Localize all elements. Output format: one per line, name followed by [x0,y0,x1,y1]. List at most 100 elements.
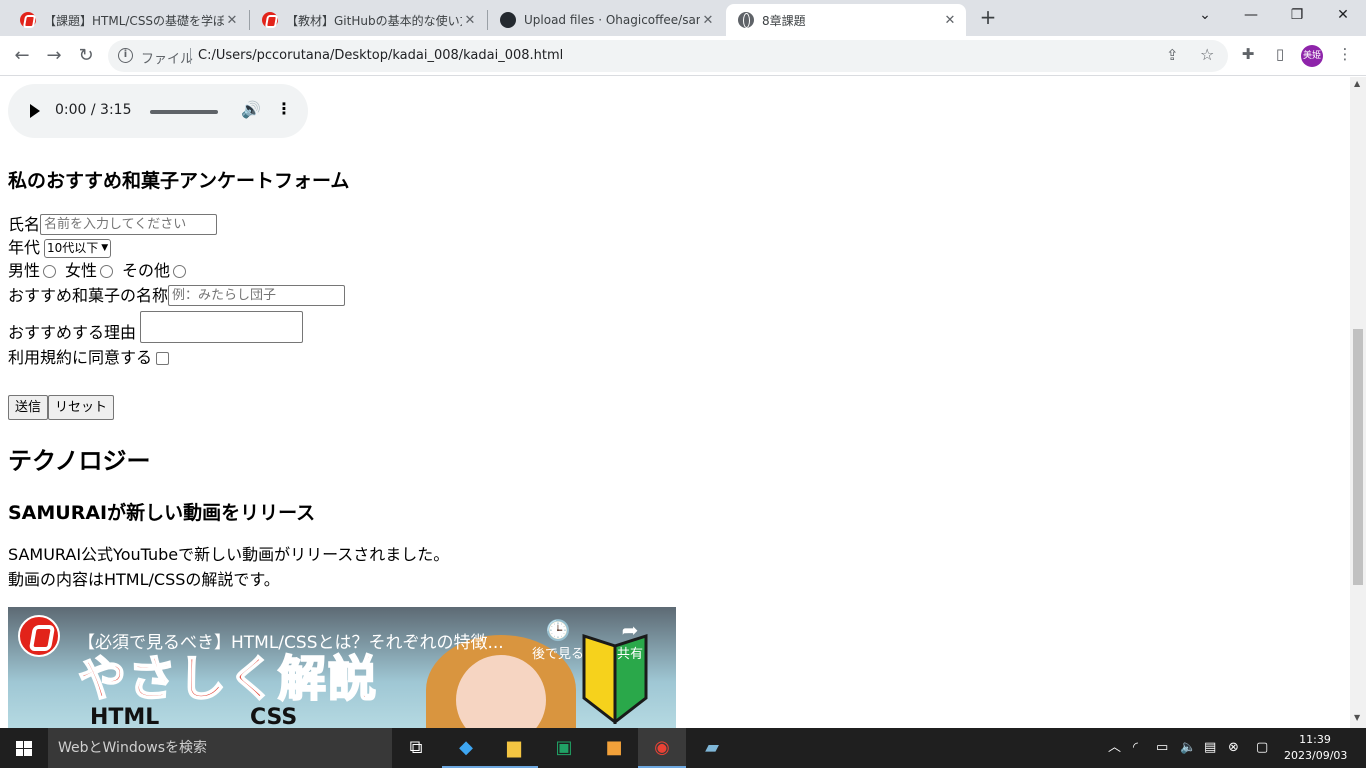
form-title: 私のおすすめ和菓子アンケートフォーム [8,170,350,192]
reason-row: おすすめする理由 [8,307,304,343]
start-button[interactable] [0,728,48,768]
audio-more-icon[interactable]: ⋮ [276,99,292,118]
forward-icon[interactable]: → [40,42,68,70]
browser-toolbar: ← → ↻ i ファイル C:/Users/pccorutana/Desktop… [0,36,1366,76]
gender-radio-other[interactable] [173,264,187,278]
minimize-button[interactable]: — [1228,0,1274,32]
profile-avatar[interactable]: 美姫 [1301,45,1323,67]
age-row: 年代 10代以下 ▼ [8,238,112,258]
chevron-down-icon: ▼ [101,242,109,253]
play-icon[interactable] [30,104,40,118]
news-line-2: 動画の内容はHTML/CSSの解説です。 [8,570,280,589]
globe-icon [738,12,754,28]
form-buttons: 送信 リセット [8,395,115,420]
age-selected-value: 10代以下 [47,240,99,255]
scroll-up-icon[interactable]: ▲ [1354,79,1360,88]
submit-button[interactable]: 送信 [8,395,49,420]
close-window-button[interactable]: ✕ [1320,0,1366,32]
network-icon[interactable]: ◜ [1133,728,1138,768]
side-panel-icon[interactable]: ▯ [1269,45,1291,67]
page-content: 0:00 / 3:15 🔊 ⋮ 私のおすすめ和菓子アンケートフォーム 氏名 名前… [0,77,1350,728]
tab-html-css-kadai[interactable]: 【課題】HTML/CSSの基礎を学ぼう - ✕ [8,4,248,36]
scroll-down-icon[interactable]: ▼ [1354,713,1360,722]
close-tab-icon[interactable]: ✕ [462,13,478,28]
address-bar[interactable]: i ファイル C:/Users/pccorutana/Desktop/kadai… [108,40,1228,72]
address-divider [190,48,191,64]
bookmark-star-icon[interactable]: ☆ [1200,45,1214,64]
share-arrow-icon: ➦ [621,618,639,642]
tray-chevron-icon[interactable]: ︿ [1108,728,1121,768]
age-select[interactable]: 10代以下 ▼ [44,238,112,258]
info-icon[interactable]: i [118,48,133,63]
share-icon[interactable]: ⇪ [1166,46,1179,64]
url-text[interactable]: C:/Users/pccorutana/Desktop/kadai_008/ka… [198,48,563,63]
video-title[interactable]: 【必須で見るべき】HTML/CSSとは？それぞれの特徴... [78,628,504,653]
maximize-button[interactable]: ❐ [1274,0,1320,32]
chrome-icon[interactable]: ◉ [638,728,686,768]
ime-icon[interactable]: ▤ [1204,728,1216,768]
back-icon[interactable]: ← [8,42,36,70]
gender-radio-female[interactable] [100,264,114,278]
name-input[interactable]: 名前を入力してください [40,214,218,235]
taskbar-clock[interactable]: 11:39 2023/09/03 [1284,732,1348,764]
tab-github-kyozai[interactable]: 【教材】GitHubの基本的な使い方を ✕ [250,4,486,36]
gender-radio-male[interactable] [43,264,57,278]
age-label: 年代 [8,238,41,257]
tab-8sho-kadai[interactable]: 8章課題 ✕ [726,4,966,36]
vertical-scrollbar[interactable]: ▲ ▼ [1350,77,1366,728]
gender-label-male: 男性 [8,261,41,280]
share-button[interactable]: ➦ 共有 [600,617,660,662]
news-paragraph: SAMURAI公式YouTubeで新しい動画がリリースされました。 動画の内容は… [8,542,449,592]
reason-textarea[interactable] [140,311,304,343]
agree-label: 利用規約に同意する [8,348,153,367]
close-tab-icon[interactable]: ✕ [942,13,958,28]
reload-icon[interactable]: ↻ [72,42,100,70]
close-tab-icon[interactable]: ✕ [224,13,240,28]
watch-later-button[interactable]: 🕒 後で見る [528,617,588,662]
news-line-1: SAMURAI公式YouTubeで新しい動画がリリースされました。 [8,545,450,564]
reset-button[interactable]: リセット [48,395,115,420]
tab-search-icon[interactable]: ⌄ [1182,0,1228,32]
gender-label-female: 女性 [65,261,98,280]
extensions-icon[interactable]: ✚ [1237,45,1259,67]
name-row: 氏名 名前を入力してください [8,214,218,235]
audio-player[interactable]: 0:00 / 3:15 🔊 ⋮ [8,84,308,138]
clock-date: 2023/09/03 [1284,749,1348,762]
scrollbar-thumb[interactable] [1353,329,1363,585]
samurai-channel-logo[interactable] [18,615,60,657]
sweet-label: おすすめ和菓子の名称 [8,285,169,305]
tab-strip: 【課題】HTML/CSSの基礎を学ぼう - ✕ 【教材】GitHubの基本的な使… [0,0,1366,36]
tab-title: 8章課題 [762,13,806,28]
vscode-icon[interactable]: ◆ [442,728,490,768]
volume-icon[interactable]: 🔊 [241,100,261,119]
tab-upload-files[interactable]: Upload files · Ohagicoffee/samur ✕ [488,4,724,36]
audio-seek-bar[interactable] [150,110,218,114]
menu-icon[interactable]: ⋮ [1334,45,1356,67]
action-center-icon[interactable]: ▢ [1256,728,1268,768]
name-label: 氏名 [8,214,41,234]
audio-time: 0:00 / 3:15 [55,102,132,118]
sweet-input[interactable]: 例：みたらし団子 [168,285,346,306]
notification-off-icon[interactable]: ⊗ [1228,728,1239,768]
agree-checkbox[interactable] [156,351,170,365]
samurai-icon [262,12,278,28]
notepad-icon[interactable]: ▰ [688,728,736,768]
gender-row: 男性 女性 その他 [8,261,190,281]
close-tab-icon[interactable]: ✕ [700,13,716,28]
file-explorer-icon[interactable]: ▆ [490,728,538,768]
meet-icon[interactable]: ■ [590,728,638,768]
youtube-embed[interactable]: やさしく解説 HTML CSS 【必須で見るべき】HTML/CSSとは？それぞれ… [8,607,676,728]
taskbar-search[interactable]: WebとWindowsを検索 [48,728,392,768]
volume-tray-icon[interactable]: 🔈 [1180,728,1196,768]
gender-label-other: その他 [122,261,171,280]
new-tab-button[interactable]: + [976,6,1000,30]
battery-icon[interactable]: ▭ [1156,728,1168,768]
tab-title: Upload files · Ohagicoffee/samur [524,13,700,27]
tab-title: 【課題】HTML/CSSの基礎を学ぼう - [44,13,224,28]
task-view-icon[interactable]: ⧉ [392,728,440,768]
tab-title: 【教材】GitHubの基本的な使い方を [286,13,462,28]
clock-time: 11:39 [1299,733,1331,746]
samurai-icon [20,12,36,28]
excel-icon[interactable]: ▣ [540,728,588,768]
agree-row: 利用規約に同意する [8,348,170,368]
